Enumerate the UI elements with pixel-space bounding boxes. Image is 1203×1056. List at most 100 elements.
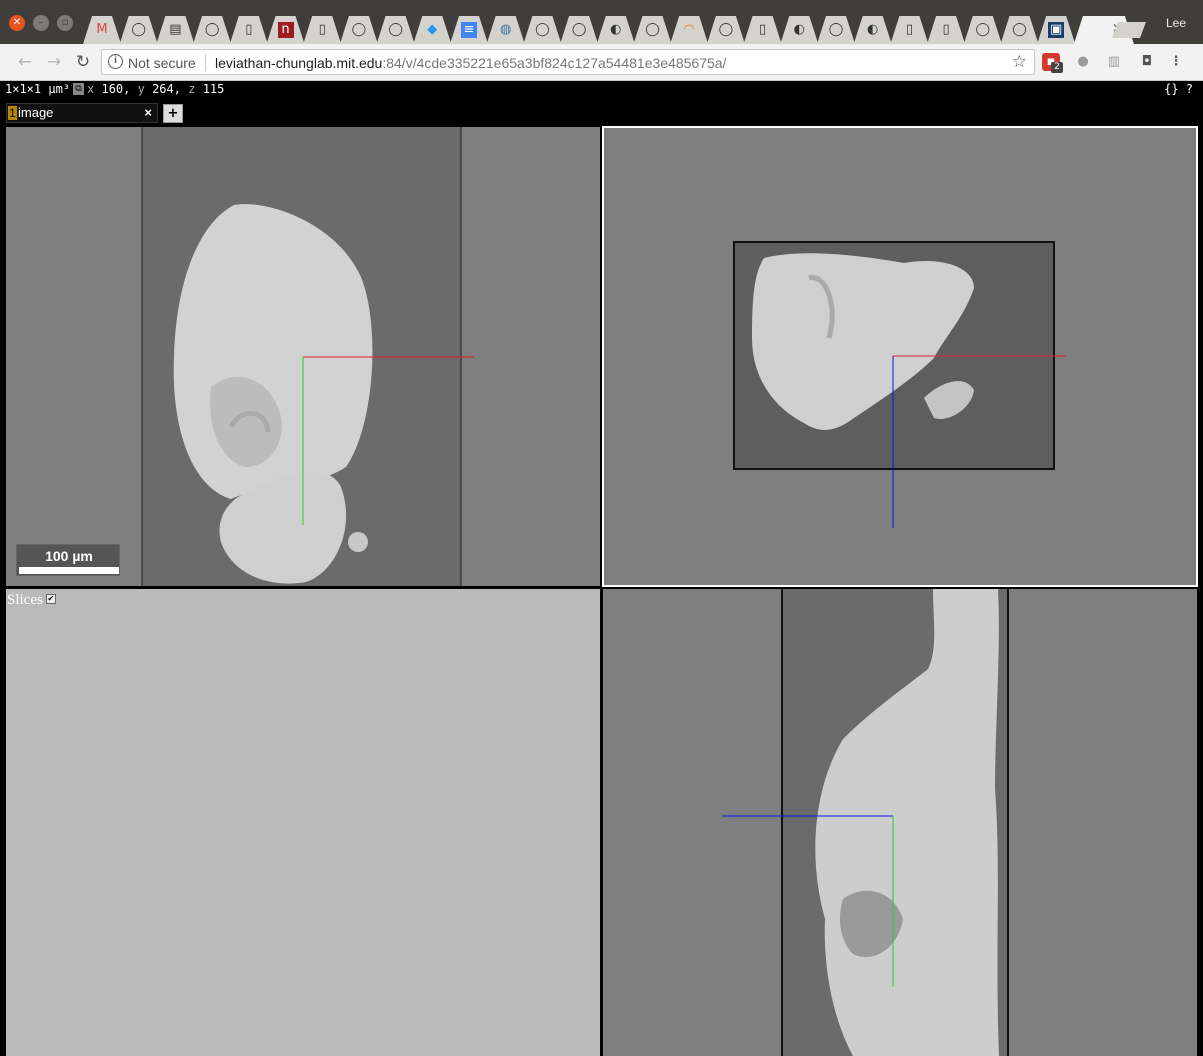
browser-tab[interactable]: ▣	[1037, 16, 1075, 44]
panel-3d[interactable]: Slices ✔	[6, 589, 600, 1056]
browser-tab[interactable]: ◯	[193, 16, 231, 44]
browser-tab[interactable]: ◠	[670, 16, 708, 44]
state-help-buttons[interactable]: {} ?	[1164, 81, 1193, 98]
slices-label: Slices	[7, 592, 43, 608]
reload-icon[interactable]: ↻	[73, 52, 93, 72]
layer-name[interactable]: image	[18, 104, 53, 122]
github-icon: ◯	[975, 22, 991, 37]
url-path: :84/v/4cde335221e65a3bf824c127a54481e3e4…	[382, 55, 727, 71]
document-icon: ▯	[905, 22, 913, 37]
browser-tab[interactable]: ◯	[377, 16, 415, 44]
extension-trash-icon[interactable]: ▥	[1105, 53, 1123, 71]
browser-tab[interactable]: ◯	[817, 16, 855, 44]
browser-tab[interactable]: ◐	[854, 16, 892, 44]
app-icon: ◐	[610, 22, 622, 37]
github-icon: ◯	[535, 22, 550, 37]
forward-icon[interactable]: →	[44, 52, 64, 72]
browser-tab[interactable]: ◯	[120, 16, 158, 44]
window-minimize-button[interactable]: –	[33, 15, 49, 31]
n-icon: n	[278, 22, 294, 38]
document-icon: ▯	[245, 22, 253, 37]
panel-yz[interactable]	[603, 589, 1197, 1056]
tab-strip: ✕ – ▫ M◯▤◯▯n▯◯◯◆≡◍◯◯◐◯◠◯▯◐◯◐▯▯◯◯▣× Lee	[0, 0, 1203, 44]
neuroglancer-viewer: 1×1×1 µm³ ⧉ x 160, y 264, z 115 {} ? 1 i…	[0, 81, 1203, 1056]
position-readout[interactable]: x 160, y 264, z 115	[87, 81, 224, 98]
browser-tab[interactable]: ◯	[964, 16, 1002, 44]
add-layer-button[interactable]: +	[163, 104, 183, 123]
browser-tab[interactable]: ◆	[413, 16, 451, 44]
coord-y-label: y	[137, 82, 145, 96]
slices-checkbox[interactable]: ✔	[45, 594, 56, 604]
browser-tab[interactable]: ◯	[340, 16, 378, 44]
info-icon[interactable]: i	[108, 54, 123, 69]
github-icon: ◯	[388, 22, 403, 37]
url-host: leviathan-chunglab.mit.edu	[215, 55, 383, 71]
docs-icon: ≡	[461, 22, 477, 38]
browser-tab[interactable]: ▯	[890, 16, 928, 44]
slices-toggle[interactable]: Slices ✔	[7, 592, 56, 609]
profile-button[interactable]: Lee	[1152, 10, 1200, 36]
app-icon: ◐	[867, 22, 879, 37]
scale-bar-label: 100 µm	[45, 548, 93, 564]
extension-badge: 2	[1051, 62, 1063, 73]
coord-x-label: x	[87, 82, 95, 96]
window-close-button[interactable]: ✕	[9, 15, 25, 31]
browser-tab[interactable]: ◐	[597, 16, 635, 44]
yz-slice-image	[722, 589, 1009, 1056]
back-icon[interactable]: ←	[15, 52, 35, 72]
xz-slice-image	[733, 241, 1066, 528]
document-icon: ▯	[759, 22, 767, 37]
document-icon: ▯	[942, 22, 950, 37]
voxel-size: 1×1×1 µm³	[5, 82, 71, 96]
coord-z: 115	[202, 82, 225, 96]
coord-y: 264,	[152, 82, 181, 96]
panel-xz[interactable]	[602, 126, 1198, 587]
browser-tab[interactable]: ▯	[230, 16, 268, 44]
chrome-menu-icon[interactable]: ⋮	[1167, 53, 1185, 71]
python-icon: ◍	[500, 22, 512, 37]
github-icon: ◯	[1012, 22, 1027, 37]
browser-tab[interactable]: ▯	[927, 16, 965, 44]
github-icon: ◯	[645, 22, 660, 37]
browser-tab[interactable]: ◯	[1001, 16, 1039, 44]
document-icon: ▯	[318, 22, 326, 37]
coord-z-label: z	[188, 82, 196, 96]
layer-close-icon[interactable]: ×	[144, 104, 152, 122]
browser-tab[interactable]: ◍	[487, 16, 525, 44]
app-icon: ◐	[793, 22, 805, 37]
browser-tab[interactable]: ◯	[634, 16, 672, 44]
extension-calendar-icon[interactable]: ▪2	[1042, 53, 1063, 73]
browser-tab[interactable]: ▤	[156, 16, 194, 44]
github-icon: ◯	[131, 22, 146, 37]
extension-circle-icon[interactable]: ●	[1074, 53, 1092, 71]
window-maximize-button[interactable]: ▫	[57, 15, 73, 31]
browser-tab[interactable]: ▯	[744, 16, 782, 44]
allen-icon: ▣	[1050, 22, 1063, 37]
github-icon: ◯	[351, 22, 367, 37]
coord-x: 160,	[101, 82, 131, 96]
browser-tab[interactable]: M	[83, 16, 121, 44]
browser-tab[interactable]: n	[267, 16, 305, 44]
scale-bar: 100 µm	[16, 544, 120, 576]
browser-tab[interactable]: ▯	[303, 16, 341, 44]
address-bar[interactable]: i Not secure leviathan-chunglab.mit.edu:…	[101, 49, 1035, 75]
github-icon: ◯	[828, 22, 844, 37]
security-label: Not secure	[128, 55, 196, 71]
extension-bulb-icon[interactable]: ◘	[1138, 53, 1156, 71]
omnibox-separator	[205, 54, 206, 71]
layer-item-image[interactable]: 1 image ×	[6, 103, 158, 123]
layer-number: 1	[8, 106, 17, 120]
bookmark-star-icon[interactable]: ☆	[1012, 52, 1027, 72]
browser-tab[interactable]: ◯	[560, 16, 598, 44]
xy-slice-image	[141, 127, 474, 586]
copy-position-icon[interactable]: ⧉	[73, 83, 84, 95]
gmail-icon: M	[96, 22, 108, 37]
url-text[interactable]: leviathan-chunglab.mit.edu:84/v/4cde3352…	[215, 55, 726, 71]
browser-tab[interactable]: ◯	[707, 16, 745, 44]
panel-xy[interactable]: 100 µm	[6, 127, 600, 586]
browser-tab[interactable]: ≡	[450, 16, 488, 44]
github-icon: ◯	[718, 22, 734, 37]
browser-tab[interactable]: ◐	[780, 16, 818, 44]
browser-tab[interactable]: ◯	[523, 16, 561, 44]
browser-toolbar: ← → ↻ i Not secure leviathan-chunglab.mi…	[0, 44, 1203, 81]
